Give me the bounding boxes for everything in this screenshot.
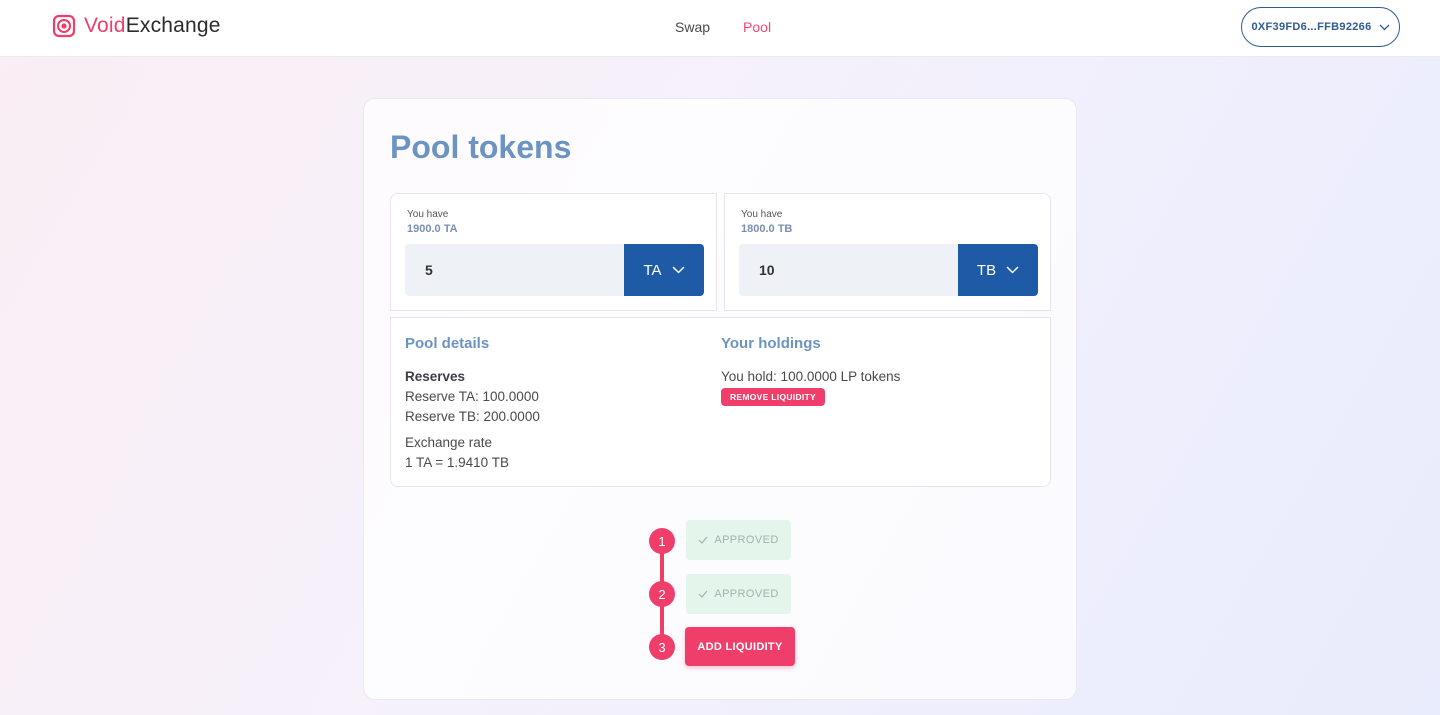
top-bar: VoidExchange Swap Pool 0XF39FD6...FFB922… — [0, 0, 1440, 57]
add-liquidity-button[interactable]: ADD LIQUIDITY — [685, 627, 795, 666]
chevron-down-icon — [672, 266, 685, 274]
token-a-symbol: TA — [643, 261, 662, 279]
chevron-down-icon — [1006, 266, 1019, 274]
token-b-symbol: TB — [976, 261, 997, 279]
chevron-down-icon — [1379, 24, 1389, 30]
step-1-approved-button: APPROVED — [686, 520, 791, 560]
logo-suffix: Exchange — [125, 14, 221, 37]
nav-swap[interactable]: Swap — [675, 19, 710, 35]
token-a-amount-input[interactable] — [405, 244, 625, 296]
page-title: Pool tokens — [390, 129, 572, 165]
exchange-rate-label: Exchange rate — [405, 435, 493, 450]
check-icon — [698, 536, 708, 544]
token-b-select[interactable]: TB — [958, 244, 1038, 296]
wallet-address: 0XF39FD6...FFB92266 — [1251, 21, 1372, 33]
token-b-panel: You have 1800.0 TB TB — [724, 193, 1051, 311]
logo-prefix: Void — [84, 14, 126, 37]
nav-pool[interactable]: Pool — [743, 19, 771, 35]
reserve-a: Reserve TA: 100.0000 — [405, 389, 539, 404]
step-3-badge: 3 — [649, 634, 675, 660]
step-1-badge: 1 — [649, 528, 675, 554]
exchange-rate-value: 1 TA = 1.9410 TB — [405, 455, 509, 470]
step-2-label: APPROVED — [714, 588, 779, 600]
reserve-b: Reserve TB: 200.0000 — [405, 409, 540, 424]
holdings-heading: Your holdings — [721, 335, 821, 352]
step-1-label: APPROVED — [714, 534, 779, 546]
token-a-you-have-label: You have — [407, 209, 449, 220]
pool-card: Pool tokens You have 1900.0 TA TA You ha… — [363, 98, 1077, 700]
main-nav: Swap Pool — [675, 19, 771, 35]
pool-details-panel: Pool details Reserves Reserve TA: 100.00… — [390, 317, 1051, 487]
token-b-you-have-label: You have — [741, 209, 783, 220]
logo-text: VoidExchange — [84, 14, 221, 38]
pool-details-heading: Pool details — [405, 335, 490, 352]
logo[interactable]: VoidExchange — [52, 14, 221, 38]
token-b-amount-input[interactable] — [739, 244, 959, 296]
step-2-badge: 2 — [649, 581, 675, 607]
reserves-label: Reserves — [405, 369, 466, 384]
lp-holdings: You hold: 100.0000 LP tokens — [721, 369, 901, 384]
token-a-panel: You have 1900.0 TA TA — [390, 193, 717, 311]
token-a-balance: 1900.0 TA — [407, 223, 458, 235]
remove-liquidity-button[interactable]: REMOVE LIQUIDITY — [721, 388, 825, 406]
void-logo-icon — [52, 14, 76, 38]
check-icon — [698, 590, 708, 598]
token-a-select[interactable]: TA — [624, 244, 704, 296]
step-2-approved-button: APPROVED — [686, 574, 791, 614]
token-b-balance: 1800.0 TB — [741, 223, 793, 235]
wallet-button[interactable]: 0XF39FD6...FFB92266 — [1241, 7, 1400, 47]
